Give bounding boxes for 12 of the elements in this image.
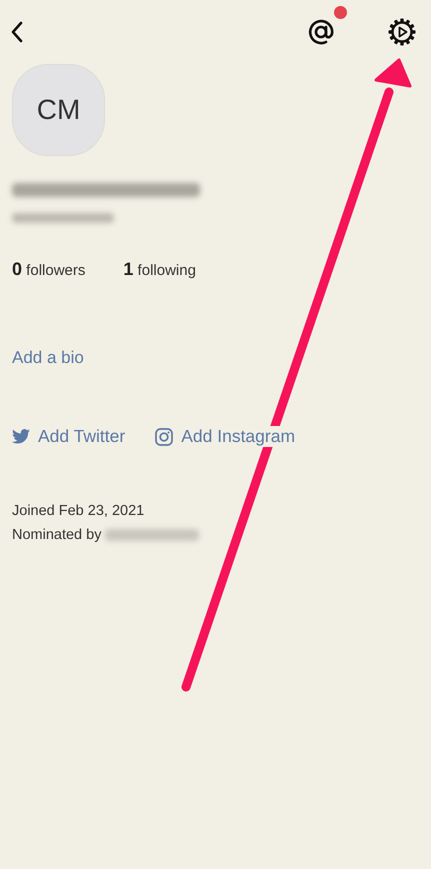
avatar: CM (12, 64, 105, 156)
bird-icon (12, 429, 30, 444)
joined-date: Joined Feb 23, 2021 (12, 502, 146, 521)
settings-icon (387, 17, 417, 47)
add-bio-link[interactable]: Add a bio (12, 348, 84, 368)
mentions-button[interactable] (307, 6, 347, 46)
nominated-label: Nominated by (12, 526, 102, 545)
camera-icon (155, 428, 174, 446)
follow-count[interactable]: 1 following (123, 259, 196, 280)
follow-count[interactable]: 0 followers (12, 259, 86, 280)
chevron-left-icon (10, 21, 24, 43)
settings-button[interactable] (387, 17, 417, 47)
